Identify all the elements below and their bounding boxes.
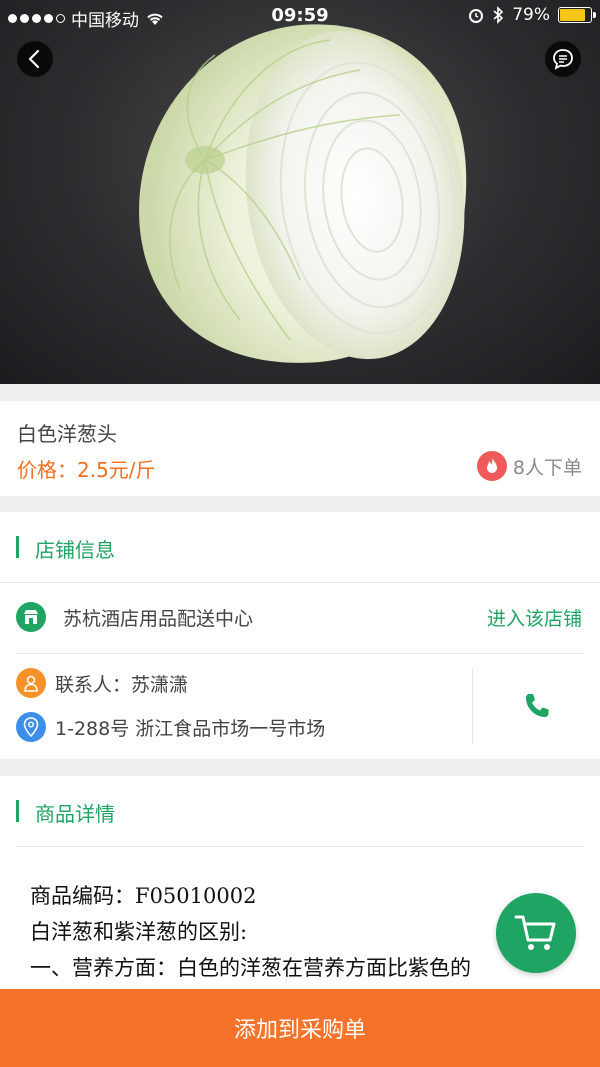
- store-address: 1-288号 浙江食品市场一号市场: [55, 718, 326, 740]
- onion-photo: [139, 24, 467, 363]
- contact-row: 联系人：苏潇潇 1-288号 浙江食品市场一号市场: [0, 654, 600, 759]
- product-name: 白色洋葱头: [17, 422, 117, 446]
- detail-line: 商品编码：F05010002: [30, 884, 257, 908]
- detail-line: 白洋葱和紫洋葱的区别:: [30, 920, 248, 944]
- store-name: 苏杭酒店用品配送中心: [63, 608, 254, 630]
- status-icons: 79%: [468, 5, 596, 25]
- store-icon: [16, 602, 46, 632]
- enter-store-link[interactable]: 进入该店铺: [487, 604, 582, 631]
- section-accent-bar: [16, 800, 19, 822]
- add-to-purchase-list-button[interactable]: 添加到采购单: [0, 989, 600, 1067]
- bluetooth-icon: [493, 6, 504, 24]
- store-section-header: 店铺信息: [0, 512, 600, 582]
- product-info-card: 白色洋葱头 价格：2.5元/斤 8人下单: [0, 401, 600, 496]
- phone-icon: [525, 694, 548, 717]
- store-row[interactable]: 苏杭酒店用品配送中心 进入该店铺: [0, 582, 600, 653]
- alarm-icon: [469, 9, 484, 23]
- call-button[interactable]: [472, 668, 600, 744]
- section-accent-bar: [16, 536, 19, 558]
- battery-icon: [558, 7, 596, 23]
- detail-section-header: 商品详情: [0, 776, 600, 846]
- store-section-title: 店铺信息: [35, 538, 115, 562]
- detail-section-title: 商品详情: [35, 802, 115, 826]
- location-pin-icon: [16, 712, 46, 742]
- chevron-left-icon: [28, 49, 40, 69]
- divider: [16, 846, 584, 847]
- back-button[interactable]: [17, 41, 53, 77]
- add-to-purchase-list-label: 添加到采购单: [233, 1018, 366, 1043]
- chat-bubble-icon: [553, 49, 573, 70]
- cart-button[interactable]: [496, 893, 576, 973]
- detail-line: 一、营养方面：白色的洋葱在营养方面比紫色的: [30, 956, 471, 980]
- contact-person: 联系人：苏潇潇: [55, 674, 189, 696]
- status-bar: 中国移动 09:59 79%: [0, 0, 600, 34]
- store-info-card: 店铺信息 苏杭酒店用品配送中心 进入该店铺 联系人：苏潇潇 1-288号 浙江食…: [0, 512, 600, 759]
- cart-icon: [514, 915, 556, 950]
- person-icon: [16, 668, 46, 698]
- product-price: 价格：2.5元/斤: [17, 458, 156, 482]
- product-image: 中国移动 09:59 79%: [0, 0, 600, 384]
- detail-text: 商品编码：F05010002 白洋葱和紫洋葱的区别: 一、营养方面：白色的洋葱在…: [30, 878, 575, 986]
- order-count: 8人下单: [476, 451, 582, 481]
- fire-icon: [476, 451, 507, 481]
- message-button[interactable]: [545, 41, 581, 77]
- order-count-label: 8人下单: [512, 456, 582, 479]
- battery-percent: 79%: [512, 5, 550, 25]
